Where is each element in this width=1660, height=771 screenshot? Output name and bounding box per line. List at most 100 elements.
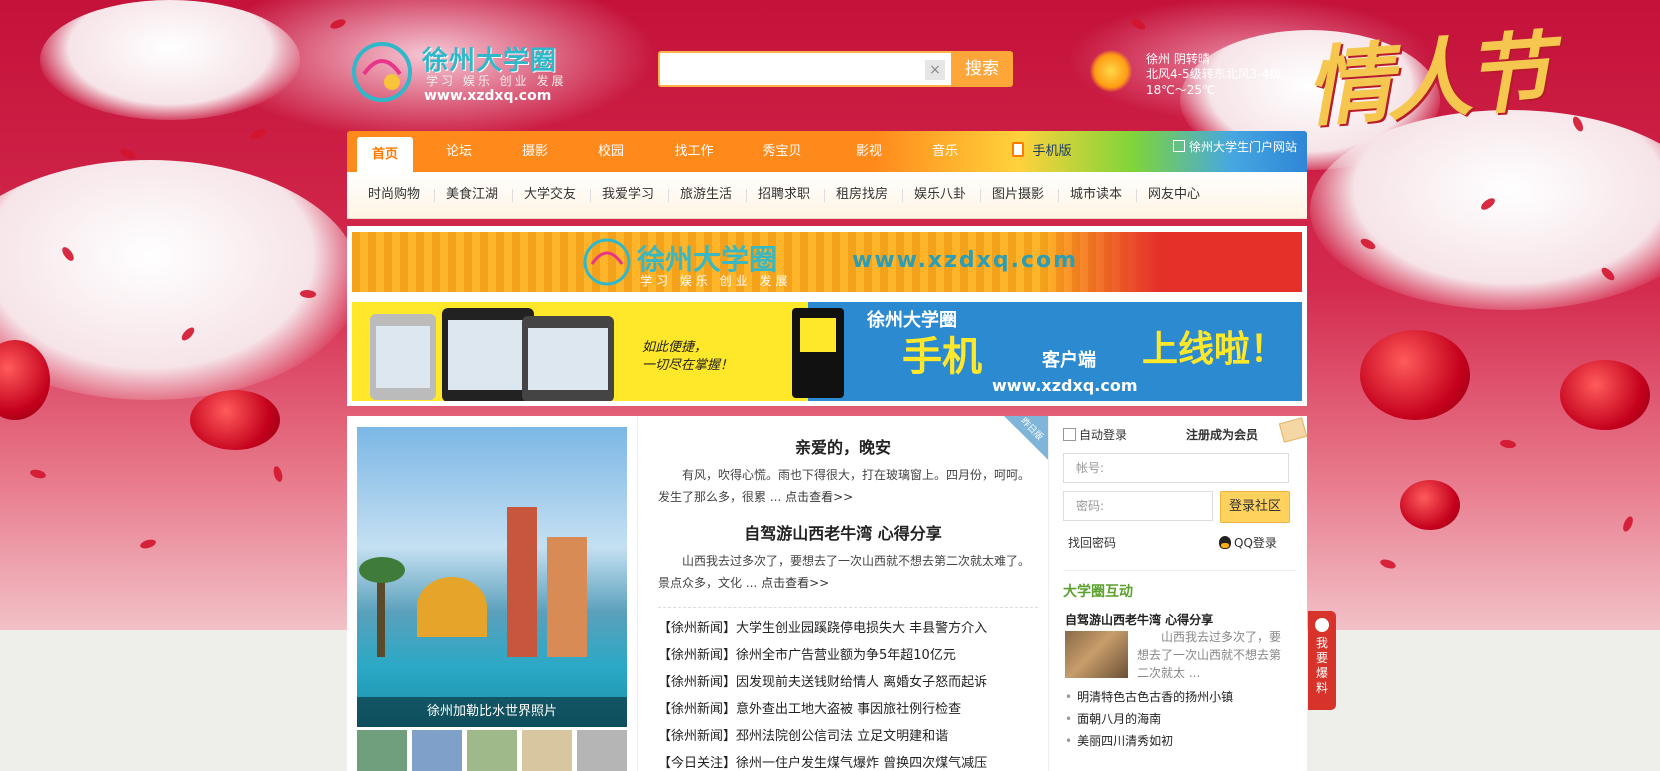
subnav-divider	[902, 189, 903, 202]
subnav-divider	[512, 189, 513, 202]
photo-tower	[417, 577, 487, 637]
nav-item-campus[interactable]: 校园	[583, 131, 639, 172]
report-tab[interactable]: 我要爆料	[1308, 611, 1336, 710]
subnav-divider	[980, 189, 981, 202]
account-field[interactable]: 帐号:	[1063, 453, 1289, 483]
read-more-link[interactable]: 点击查看>>	[785, 490, 853, 504]
news-item[interactable]: 【徐州新闻】大学生创业园蹊跷停电损失大 丰县警方介入	[658, 615, 1038, 642]
subnav-item-study[interactable]: 我爱学习	[602, 172, 654, 218]
weather-wind: 北风4-5级转东北风3-4级	[1146, 67, 1282, 81]
password-field[interactable]: 密码:	[1063, 491, 1213, 521]
divider	[658, 607, 1038, 608]
news-item[interactable]: 【今日关注】徐州一住户发生煤气爆炸 曾换四次煤气减压	[658, 750, 1038, 771]
login-options: 自动登录 注册成为会员	[1063, 417, 1307, 446]
site-banner[interactable]: 徐州大学圈 学习 娱乐 创业 发展 www.xzdxq.com	[352, 232, 1302, 292]
main-content: 徐州加勒比水世界照片 昨日版 亲爱的，晚安 有风，吹得心慌。雨也下得很大，打在玻…	[347, 416, 1307, 771]
rose-right-3	[1400, 480, 1460, 530]
nav-item-home[interactable]: 首页	[357, 137, 413, 172]
banner-area: 徐州大学圈 学习 娱乐 创业 发展 www.xzdxq.com 如此便捷， 一切…	[347, 226, 1307, 406]
article-title[interactable]: 亲爱的，晚安	[638, 434, 1048, 458]
thumbnail[interactable]	[577, 730, 627, 771]
subnav-item-dating[interactable]: 大学交友	[524, 172, 576, 218]
nav-item-movies[interactable]: 影视	[841, 131, 897, 172]
news-item[interactable]: 【徐州新闻】徐州全市广告营业额为争5年超10亿元	[658, 642, 1038, 669]
banner-title-end: 上线啦！	[1142, 329, 1287, 370]
portal-label: 徐州大学生门户网站	[1188, 140, 1297, 154]
phone-image	[370, 314, 436, 400]
subnav-item-food[interactable]: 美食江湖	[446, 172, 498, 218]
portal-link[interactable]: 徐州大学生门户网站	[1172, 131, 1297, 172]
nav-item-show-baby[interactable]: 秀宝贝	[747, 131, 817, 172]
article-summary: 山西我去过多次了，要想去了一次山西就不想去第二次就太难了。景点众多，文化 ...…	[658, 550, 1038, 594]
logo-mark-icon	[352, 42, 412, 102]
news-item[interactable]: 【徐州新闻】邳州法院创公信司法 立足文明建和谐	[658, 723, 1038, 750]
auto-login-checkbox[interactable]	[1063, 428, 1076, 441]
featured-title[interactable]: 自驾游山西老牛湾 心得分享	[1065, 611, 1213, 628]
thumbnail[interactable]	[412, 730, 462, 771]
subnav-divider	[1136, 189, 1137, 202]
clear-icon[interactable]: ×	[925, 60, 945, 80]
subnav-item-pictures[interactable]: 图片摄影	[992, 172, 1044, 218]
auto-login-label[interactable]: 自动登录	[1079, 426, 1127, 443]
subnav-item-recruitment[interactable]: 招聘求职	[758, 172, 810, 218]
qq-login-link[interactable]: QQ登录	[1219, 534, 1277, 551]
thumbnail[interactable]	[357, 730, 407, 771]
photo-palm-leaves	[359, 557, 405, 583]
mobile-app-banner[interactable]: 如此便捷， 一切尽在掌握！ 徐州大学圈 手机 客户端 上线啦！ www.xzdx…	[352, 302, 1302, 401]
read-more-link[interactable]: 点击查看>>	[761, 576, 829, 590]
portal-icon	[1172, 140, 1185, 152]
nav-item-music[interactable]: 音乐	[917, 131, 973, 172]
thumbnail[interactable]	[467, 730, 517, 771]
nav-item-mobile[interactable]: 手机版	[1002, 131, 1082, 172]
photo-thumbnails	[357, 730, 627, 771]
phone-image	[442, 308, 534, 401]
section-title: 大学圈互动	[1063, 570, 1297, 601]
subnav-divider	[824, 189, 825, 202]
search-input[interactable]	[664, 55, 918, 85]
search-button[interactable]: 搜索	[951, 51, 1013, 87]
featured-photo[interactable]: 徐州加勒比水世界照片	[357, 427, 627, 727]
forgot-password-link[interactable]: 找回密码	[1068, 534, 1116, 551]
nav-item-photography[interactable]: 摄影	[507, 131, 563, 172]
subnav-item-shopping[interactable]: 时尚购物	[368, 172, 420, 218]
sun-icon	[1090, 50, 1132, 92]
report-tab-label: 我要爆料	[1315, 636, 1328, 695]
banner-slogan-line2: 一切尽在掌握！	[642, 358, 734, 373]
festival-art: 情人节	[1302, 21, 1549, 140]
site-logo[interactable]: 徐州大学圈 学习 娱乐 创业 发展 www.xzdxq.com	[350, 40, 570, 106]
subnav-item-gossip[interactable]: 娱乐八卦	[914, 172, 966, 218]
search-box: ×	[658, 51, 955, 87]
banner-url: www.xzdxq.com	[852, 248, 1079, 273]
featured-thumbnail[interactable]	[1065, 631, 1128, 678]
banner-title-big: 手机	[902, 334, 982, 380]
banner-red-fade	[1042, 232, 1302, 292]
subnav-divider	[1058, 189, 1059, 202]
list-item[interactable]: 面朝八月的海南	[1065, 708, 1299, 730]
rose-right	[1360, 330, 1470, 420]
featured-summary: 山西我去过多次了，要想去了一次山西就不想去第二次就太 ...	[1137, 630, 1282, 680]
nav-item-jobs[interactable]: 找工作	[659, 131, 729, 172]
subnav-item-travel[interactable]: 旅游生活	[680, 172, 732, 218]
subnav-item-user-center[interactable]: 网友中心	[1148, 172, 1200, 218]
paper-plane-icon	[1278, 417, 1307, 443]
article-summary-text: 山西我去过多次了，要想去了一次山西就不想去第二次就太难了。景点众多，文化 ...	[658, 554, 1031, 590]
list-item[interactable]: 美丽四川清秀如初	[1065, 730, 1299, 752]
rose-left	[190, 390, 280, 450]
subnav-divider	[668, 189, 669, 202]
mobile-phone-icon	[1012, 142, 1025, 157]
nav-item-forum[interactable]: 论坛	[431, 131, 487, 172]
photo-tower	[547, 537, 587, 657]
article-title[interactable]: 自驾游山西老牛湾 心得分享	[638, 520, 1048, 544]
banner-title-mid: 客户端	[1042, 350, 1096, 371]
thumbnail[interactable]	[522, 730, 572, 771]
article-summary: 有风，吹得心慌。雨也下得很大，打在玻璃窗上。四月份，呵呵。发生了那么多，很累 .…	[658, 464, 1038, 508]
list-item[interactable]: 明清特色古色古香的扬州小镇	[1065, 686, 1299, 708]
subnav-item-city-reader[interactable]: 城市读本	[1070, 172, 1122, 218]
cloud-left-2	[40, 0, 300, 120]
register-link[interactable]: 注册成为会员	[1186, 426, 1258, 443]
subnav-item-housing[interactable]: 租房找房	[836, 172, 888, 218]
banner-tagline: 学习 娱乐 创业 发展	[640, 274, 792, 288]
news-item[interactable]: 【徐州新闻】意外查出工地大盗被 事因旅社例行检查	[658, 696, 1038, 723]
login-button[interactable]: 登录社区	[1220, 491, 1290, 523]
news-item[interactable]: 【徐州新闻】因发现前夫送钱财给情人 离婚女子怒而起诉	[658, 669, 1038, 696]
